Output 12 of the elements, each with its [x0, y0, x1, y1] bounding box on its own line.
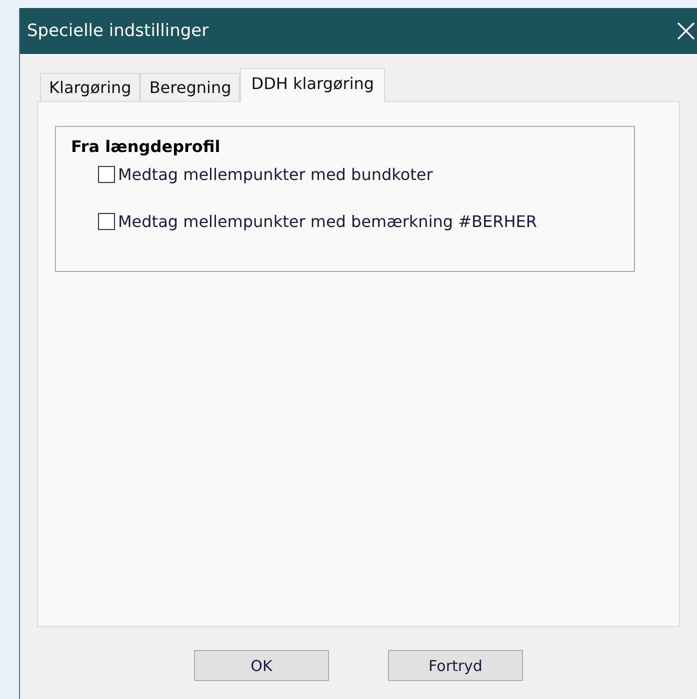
tab[interactable]: Klargøring	[40, 73, 140, 101]
checkbox-label: Medtag mellempunkter med bundkoter	[118, 164, 433, 184]
close-icon[interactable]	[677, 22, 695, 40]
checkbox-label: Medtag mellempunkter med bemærkning #BERHER	[118, 212, 538, 230]
checkbox[interactable]	[98, 166, 115, 182]
group-title: Fra længdeprofil	[71, 137, 220, 156]
tab[interactable]: DDH klargøring	[240, 68, 386, 102]
window-title: Specielle indstillinger	[27, 21, 209, 41]
checkbox[interactable]	[98, 212, 115, 230]
tab[interactable]: Beregning	[140, 73, 240, 101]
cancel-button[interactable]: Fortryd	[388, 650, 523, 681]
ok-button[interactable]: OK	[194, 650, 329, 681]
